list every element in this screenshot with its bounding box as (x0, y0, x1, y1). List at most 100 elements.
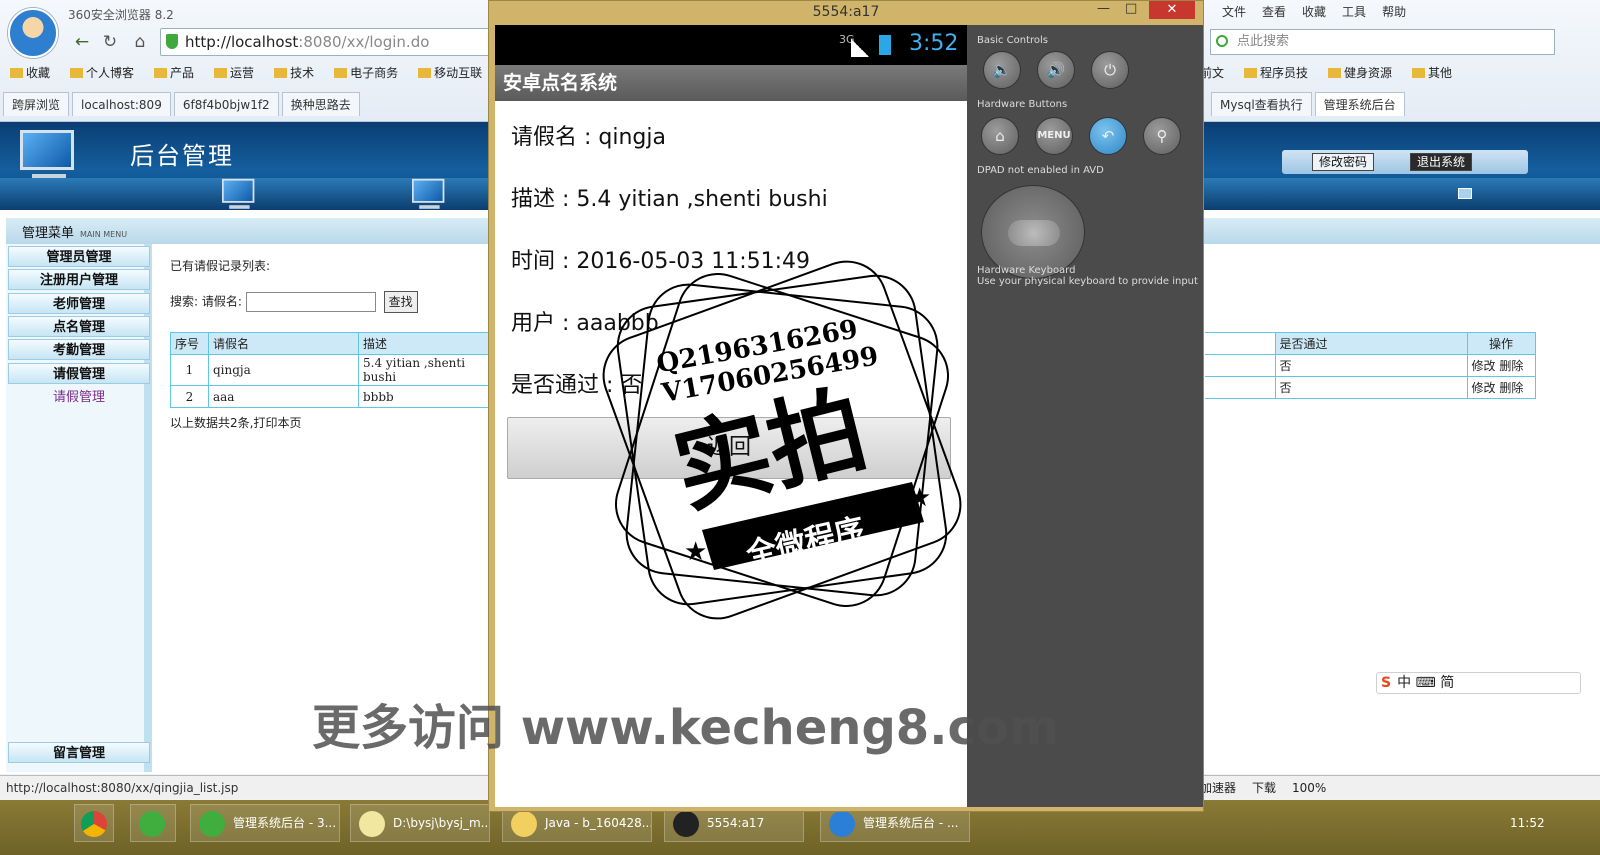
basic-controls-label: Basic Controls (977, 35, 1049, 46)
cell-no: 2 (170, 385, 209, 408)
browser-tab[interactable]: 跨屏浏览 (3, 92, 70, 116)
address-bar[interactable]: http://localhost:8080/xx/login.do (160, 28, 503, 56)
cell-desc: bbbb (358, 385, 489, 408)
minimize-icon[interactable]: — (1097, 1, 1110, 16)
computer-icon (216, 176, 264, 213)
menu-item[interactable]: 老师管理 (8, 292, 150, 314)
browser-menu: 文件 查看 收藏 工具 帮助 (1222, 3, 1600, 20)
search-box[interactable]: 点此搜索 (1210, 29, 1555, 55)
browser-360-taskbar-icon[interactable] (130, 804, 176, 842)
folder-icon (334, 68, 348, 78)
menu-button[interactable]: MENU (1035, 117, 1073, 155)
menu-item[interactable]: 考勤管理 (8, 339, 150, 361)
browser-tab[interactable]: Mysql查看执行 (1211, 92, 1312, 116)
browser-menu-item[interactable]: 文件 (1222, 5, 1246, 19)
close-icon[interactable]: ✕ (1149, 1, 1195, 19)
bookmarks-bar: 收藏个人博客产品运营技术电子商务移动互联旅 (10, 64, 500, 84)
cell-name: aaa (208, 385, 359, 408)
exit-system-button[interactable]: 退出系统 (1410, 153, 1473, 171)
submenu-item-leave[interactable]: 请假管理 (8, 386, 150, 405)
back-icon[interactable]: ↶ (1089, 117, 1127, 155)
bookmark-item[interactable]: 电子商务 (334, 66, 408, 80)
bookmark-label: 其他 (1428, 66, 1453, 80)
volume-up-icon[interactable]: 🔊 (1037, 51, 1075, 89)
menu-item[interactable]: 管理员管理 (8, 246, 150, 267)
bookmark-item[interactable]: 其他 (1412, 66, 1462, 80)
app-title-bar: 安卓点名系统 (495, 65, 971, 101)
search-icon[interactable]: ⚲ (1143, 117, 1181, 155)
bookmark-item[interactable]: 健身资源 (1328, 66, 1402, 80)
back-arrow-icon[interactable]: ← (70, 31, 94, 53)
search-button[interactable]: 查找 (383, 291, 418, 313)
bookmark-item[interactable]: 移动互联 (418, 66, 492, 80)
folder-icon (1244, 68, 1258, 78)
user-avatar[interactable] (8, 8, 58, 58)
home-icon[interactable]: ⌂ (981, 117, 1019, 155)
bookmark-label: 技术 (290, 66, 315, 80)
browser-tab[interactable]: 换种思路去 (281, 92, 360, 116)
col-ops: 操作 (1466, 332, 1536, 355)
search-label: 搜索: 请假名: (170, 294, 242, 309)
taskbar-label: 管理系统后台 - 3... (233, 816, 337, 830)
bookmark-item[interactable]: 前文 (1200, 66, 1234, 80)
ime-toolbar[interactable]: S 中 ⌨ 简 (1376, 672, 1581, 694)
status-tool[interactable]: 加速器 (1200, 781, 1236, 795)
banner-title: 后台管理 (130, 142, 234, 170)
clock: 11:52 (1510, 816, 1545, 830)
watermark-stamp: Q2196316269 V17060256499 实拍 全微程序 ★ ★ (602, 260, 962, 620)
star-icon: ★ (684, 537, 707, 567)
browser-tab[interactable]: 6f8f4b0bjw1f2 (173, 92, 279, 116)
bookmark-item[interactable]: 技术 (274, 66, 324, 80)
app-icon (673, 811, 699, 837)
leave-name-input[interactable] (245, 292, 376, 312)
home-icon[interactable]: ⌂ (128, 31, 152, 53)
bookmark-label: 运营 (230, 66, 255, 80)
volume-down-icon[interactable]: 🔈 (983, 51, 1021, 89)
maximize-icon[interactable]: □ (1125, 1, 1137, 16)
browser-menu-item[interactable]: 工具 (1342, 5, 1366, 19)
bookmark-item[interactable]: 个人博客 (70, 66, 144, 80)
browser-tab[interactable]: localhost:809 (72, 92, 171, 116)
tab-strip: 跨屏浏览 localhost:809 6f8f4b0bjw1f2 换种思路去 (0, 92, 496, 118)
bookmark-item[interactable]: 程序员技 (1244, 66, 1318, 80)
cell-ops[interactable]: 修改 删除 (1466, 354, 1536, 377)
folder-icon (70, 68, 84, 78)
change-password-button[interactable]: 修改密码 (1312, 153, 1375, 171)
menu-item[interactable]: 注册用户管理 (8, 269, 150, 291)
status-tool[interactable]: 下载 (1252, 781, 1276, 795)
chrome-taskbar-icon[interactable] (74, 804, 114, 842)
bookmark-item[interactable]: 运营 (214, 66, 264, 80)
bookmark-item[interactable]: 收藏 (10, 66, 60, 80)
leave-table-right: 是否通过 操作 否修改 删除否修改 删除 (1205, 332, 1536, 399)
browser-menu-item[interactable]: 帮助 (1382, 5, 1406, 19)
menu-item[interactable]: 请假管理 (8, 362, 150, 384)
taskbar-label: D:\bysj\bysj_m... (393, 816, 490, 830)
menu-subtitle: MAIN MENU (80, 230, 128, 239)
cell-ops[interactable]: 修改 删除 (1466, 376, 1536, 399)
table-row: 否修改 删除 (1205, 376, 1536, 399)
taskbar-item[interactable]: D:\bysj\bysj_m... (350, 804, 490, 842)
taskbar-label: Java - b_160428... (545, 816, 652, 830)
site-watermark: 更多访问 www.kecheng8.com (312, 700, 1059, 756)
refresh-icon[interactable]: ↻ (98, 31, 122, 53)
menu-item-message[interactable]: 留言管理 (8, 742, 150, 763)
col-desc: 描述 (358, 332, 489, 355)
taskbar-item[interactable]: 管理系统后台 - 3... (190, 804, 340, 842)
browser-tab[interactable]: 管理系统后台 (1314, 92, 1405, 116)
power-icon[interactable]: ⏻ (1091, 51, 1129, 89)
taskbar-label: 管理系统后台 - ... (863, 816, 959, 830)
phone-clock: 3:52 (909, 31, 959, 56)
bookmark-label: 移动互联 (434, 66, 483, 80)
star-icon (10, 68, 23, 78)
bookmark-item[interactable]: 产品 (154, 66, 204, 80)
browser-menu-item[interactable]: 查看 (1262, 5, 1286, 19)
status-tool[interactable]: 100% (1292, 781, 1326, 795)
security-shield-icon (166, 34, 178, 49)
search-placeholder: 点此搜索 (1237, 34, 1290, 49)
dpad-center[interactable] (1008, 220, 1060, 246)
menu-item[interactable]: 点名管理 (8, 315, 150, 337)
monitor-icon (1458, 188, 1472, 199)
browser-menu-item[interactable]: 收藏 (1302, 5, 1326, 19)
url-path: :8080/xx/login.do (298, 33, 430, 51)
side-menu: 管理员管理 注册用户管理 老师管理 点名管理 考勤管理 请假管理 请假管理 留言管理 (6, 244, 152, 772)
